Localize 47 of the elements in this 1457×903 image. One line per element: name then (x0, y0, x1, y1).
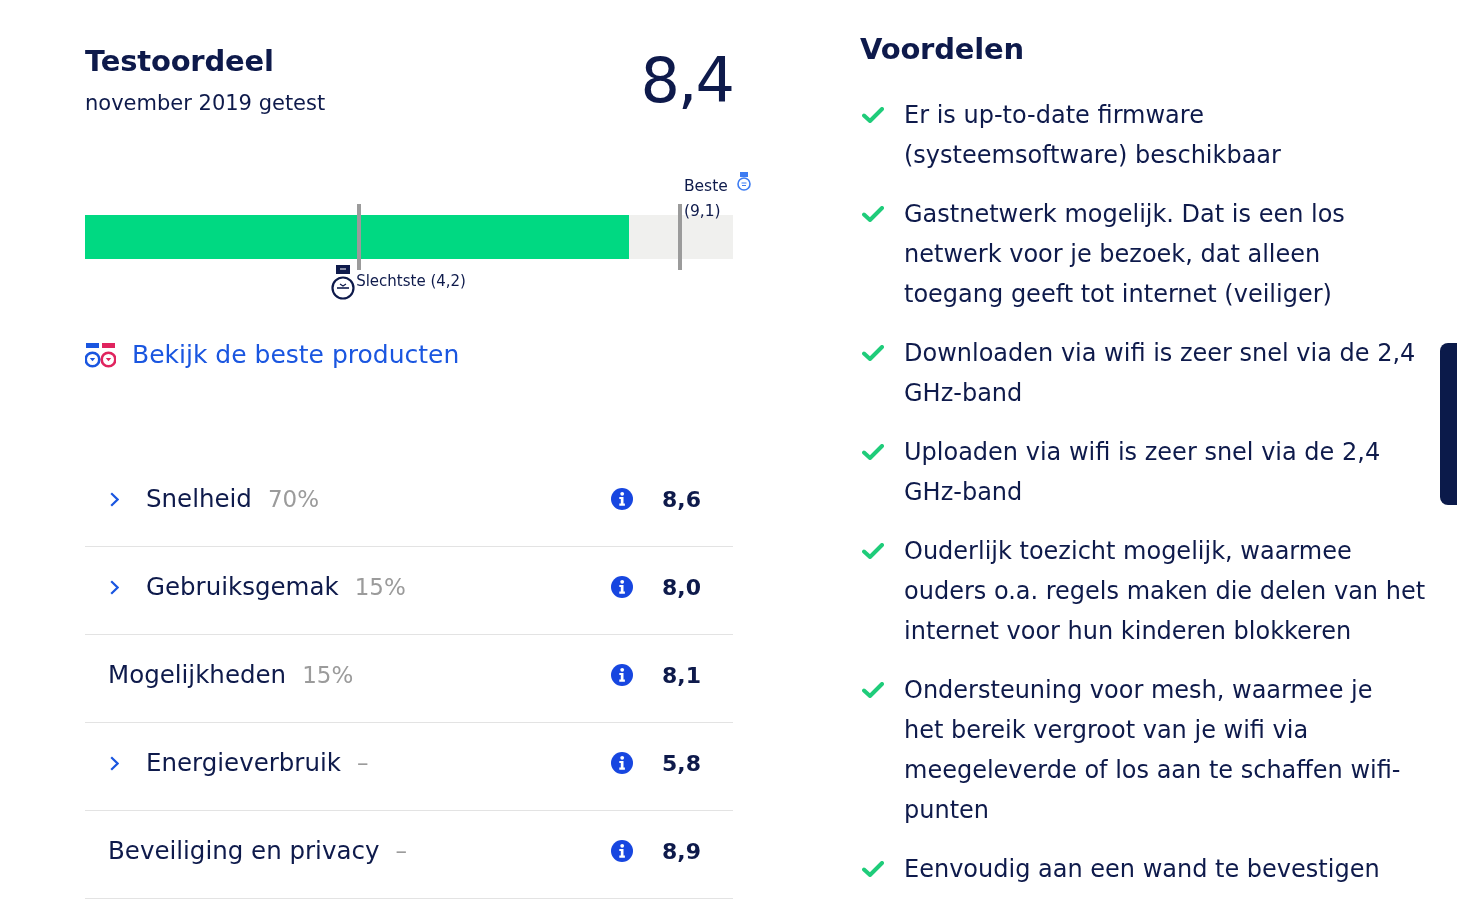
criterion-name: Beveiliging en privacy (108, 836, 380, 867)
check-icon (862, 443, 884, 460)
check-icon (862, 681, 884, 698)
criterion-score: 8,1 (661, 661, 701, 690)
pro-text: Downloaden via wifi is zeer snel via de 2,4 GHz-band (904, 337, 1417, 409)
chevron-icon[interactable] (110, 491, 119, 507)
check-icon (862, 205, 884, 222)
criterion-weight: 15% (302, 661, 354, 691)
criterion-name: Mogelijkheden (108, 660, 287, 691)
check-icon (862, 344, 884, 361)
pro-text: Ouderlijk toezicht mogelijk, waarmee ouders o.a. regels maken die delen van het internet voor hun kinderen blokkeren (904, 535, 1427, 647)
info-icon[interactable] (611, 752, 633, 775)
criterion-score: 8,9 (661, 837, 701, 866)
worst-score-label: Slechtste (4,2) (356, 271, 466, 292)
criterion-weight: 15% (354, 573, 406, 603)
chevron-icon[interactable] (110, 755, 119, 771)
info-icon[interactable] (611, 664, 633, 687)
pro-text: Gastnetwerk mogelijk. Dat is een los netwerk voor je bezoek, dat alleen toegang geeft tot internet (veiliger) (904, 198, 1346, 310)
info-icon[interactable] (611, 840, 633, 863)
section-title: Testoordeel (85, 44, 275, 79)
section-title: Voordelen (860, 32, 1025, 67)
medals-icon (85, 342, 116, 368)
pro-text: Uploaden via wifi is zeer snel via de 2,4 GHz-band (904, 436, 1382, 508)
pro-text: Ondersteuning voor mesh, waarmee je het bereik vergroot van je wifi via meegeleverde of los aan te schaffen wifi-punten (904, 674, 1402, 826)
pro-text: Er is up-to-date firmware (systeemsoftware) beschikbaar (904, 99, 1282, 171)
criterion-score: 8,0 (661, 573, 701, 602)
pro-text: Eenvoudig aan een wand te bevestigen (904, 853, 1381, 885)
best-score-label: Beste (9,1) (683, 176, 729, 223)
best-products-link[interactable]: Bekijk de beste producten (85, 340, 460, 371)
check-icon (862, 860, 884, 877)
criterion-weight: – (395, 837, 407, 867)
check-icon (862, 106, 884, 123)
criterion-name: Gebruiksgemak (146, 572, 339, 603)
criterion-name: Snelheid (146, 484, 252, 515)
medal-icon (736, 172, 751, 192)
test-date: november 2019 getest (85, 89, 326, 117)
criterion-weight: – (356, 749, 369, 779)
chevron-icon[interactable] (110, 579, 119, 595)
criterion-name: Energieverbruik (146, 748, 341, 779)
overall-score: 8,4 (640, 50, 733, 112)
info-icon[interactable] (611, 576, 633, 599)
check-icon (862, 542, 884, 559)
info-icon[interactable] (611, 488, 633, 511)
criterion-score: 8,6 (661, 485, 701, 514)
medal-icon (331, 265, 356, 301)
criterion-weight: 70% (267, 485, 320, 515)
criterion-score: 5,8 (661, 749, 701, 778)
